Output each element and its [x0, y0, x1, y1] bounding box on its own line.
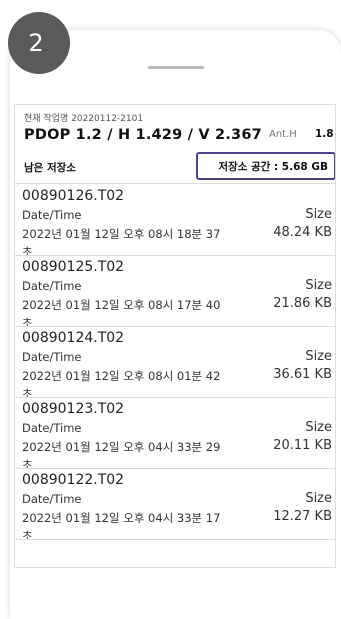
date-time-label: Date/Time	[22, 492, 82, 506]
file-name: 00890126.T02	[22, 188, 125, 204]
file-name: 00890124.T02	[22, 330, 125, 346]
antenna-height-value: 1.8	[315, 128, 334, 140]
date-time-label: Date/Time	[22, 208, 82, 222]
storage-space-box: 저장소 공간 : 5.68 GB	[196, 152, 335, 180]
size-label: Size	[305, 420, 332, 435]
size-value: 36.61 KB	[273, 367, 332, 382]
remaining-storage-label: 남은 저장소	[24, 162, 76, 174]
storage-row: 남은 저장소 저장소 공간 : 5.68 GB	[15, 149, 335, 184]
date-time-value: 2022년 01월 12일 오후 08시 18분 37초	[22, 227, 221, 256]
current-job-label: 현재 작업명 20220112-2101	[24, 114, 144, 124]
file-row[interactable]: 00890126.T02 Date/Time 2022년 01월 12일 오후 …	[15, 185, 335, 256]
size-label: Size	[305, 349, 332, 364]
size-value: 12.27 KB	[273, 509, 332, 524]
size-value: 21.86 KB	[273, 296, 332, 311]
file-name: 00890125.T02	[22, 259, 125, 275]
date-time-value: 2022년 01월 12일 오후 08시 01분 42초	[22, 369, 221, 398]
dop-row: PDOP 1.2 / H 1.429 / V 2.367 Ant.H 1.8	[24, 124, 334, 143]
sheet-drag-handle[interactable]	[148, 66, 204, 69]
step-number-badge: 2	[8, 12, 70, 74]
file-storage-panel: 현재 작업명 20220112-2101 PDOP 1.2 / H 1.429 …	[14, 104, 336, 568]
file-list: 00890126.T02 Date/Time 2022년 01월 12일 오후 …	[15, 185, 335, 540]
size-value: 20.11 KB	[273, 438, 332, 453]
file-name: 00890123.T02	[22, 401, 125, 417]
date-time-label: Date/Time	[22, 421, 82, 435]
size-label: Size	[305, 278, 332, 293]
file-row[interactable]: 00890123.T02 Date/Time 2022년 01월 12일 오후 …	[15, 398, 335, 469]
antenna-height-label: Ant.H	[269, 129, 297, 140]
date-time-value: 2022년 01월 12일 오후 04시 33분 17초	[22, 511, 221, 540]
dop-values: PDOP 1.2 / H 1.429 / V 2.367	[24, 127, 262, 143]
size-label: Size	[305, 491, 332, 506]
date-time-value: 2022년 01월 12일 오후 04시 33분 29초	[22, 440, 221, 469]
size-label: Size	[305, 207, 332, 222]
file-row[interactable]: 00890125.T02 Date/Time 2022년 01월 12일 오후 …	[15, 256, 335, 327]
file-row[interactable]: 00890122.T02 Date/Time 2022년 01월 12일 오후 …	[15, 469, 335, 540]
date-time-value: 2022년 01월 12일 오후 08시 17분 40초	[22, 298, 221, 327]
date-time-label: Date/Time	[22, 279, 82, 293]
size-value: 48.24 KB	[273, 225, 332, 240]
date-time-label: Date/Time	[22, 350, 82, 364]
file-row[interactable]: 00890124.T02 Date/Time 2022년 01월 12일 오후 …	[15, 327, 335, 398]
file-name: 00890122.T02	[22, 472, 125, 488]
